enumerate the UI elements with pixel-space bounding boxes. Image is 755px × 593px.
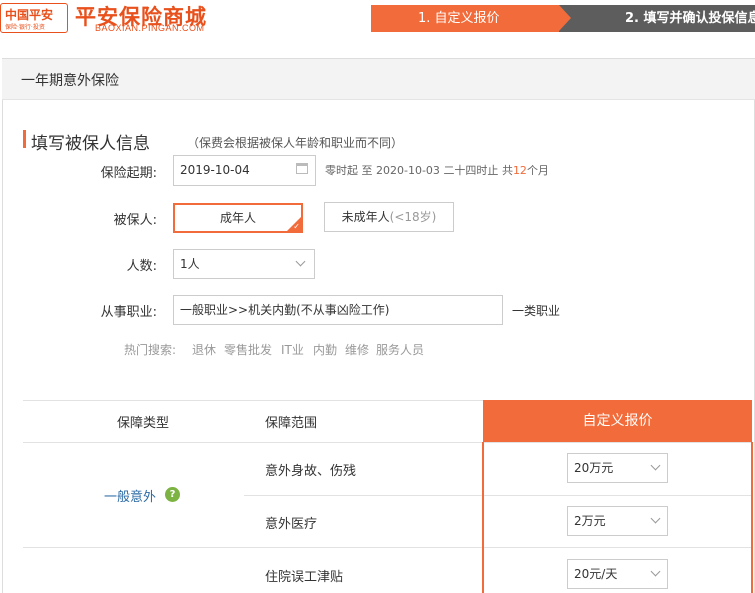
months-text: 个月 bbox=[526, 164, 549, 177]
header-custom-quote: 自定义报价 bbox=[483, 400, 752, 442]
chevron-down-icon bbox=[650, 460, 661, 471]
start-date-label: 保险起期: bbox=[100, 166, 157, 181]
brand-domain: BAOXIAN.PINGAN.COM bbox=[95, 23, 205, 33]
hot-search-label: 热门搜索: bbox=[124, 343, 177, 357]
hot-search-item[interactable]: 服务人员 bbox=[376, 341, 424, 358]
help-icon[interactable]: ? bbox=[165, 487, 180, 502]
insured-label: 被保人: bbox=[113, 213, 157, 228]
row-divider bbox=[484, 495, 751, 496]
logo-text: 中国平安 bbox=[5, 8, 54, 22]
step-1: 1. 自定义报价 bbox=[371, 5, 559, 32]
row-divider bbox=[484, 547, 751, 548]
row-scope: 意外身故、伤残 bbox=[265, 464, 357, 479]
adult-option[interactable]: 成年人 ✓ bbox=[173, 203, 303, 233]
section-accent-bar bbox=[23, 130, 26, 148]
date-from-text: 零时起 bbox=[325, 164, 358, 177]
table-top-border bbox=[23, 400, 483, 401]
panel-title: 一年期意外保险 bbox=[21, 73, 119, 89]
count-select[interactable]: 1人 bbox=[173, 249, 315, 279]
occupation-class: 一类职业 bbox=[512, 304, 561, 318]
amount-select[interactable]: 2万元 bbox=[567, 506, 668, 536]
date-to-text: 至 bbox=[361, 164, 373, 177]
hot-search-item[interactable]: 维修 bbox=[345, 341, 369, 358]
amount-value: 20万元 bbox=[574, 461, 614, 475]
amount-value: 20元/天 bbox=[574, 567, 618, 581]
step-arrow bbox=[559, 5, 571, 31]
amount-value: 2万元 bbox=[574, 514, 606, 528]
calendar-icon[interactable] bbox=[296, 163, 308, 174]
step-2: 2. 填写并确认投保信息 bbox=[571, 5, 755, 32]
amount-select[interactable]: 20万元 bbox=[567, 453, 668, 483]
category-general-accident[interactable]: 一般意外 bbox=[104, 486, 156, 505]
custom-column-left-border bbox=[482, 442, 484, 593]
row-divider bbox=[244, 495, 482, 496]
header-coverage-type: 保障类型 bbox=[117, 416, 170, 431]
months-value: 12 bbox=[512, 164, 527, 177]
date-end-text: 二十四时止 bbox=[443, 164, 499, 177]
hot-search-item[interactable]: 内勤 bbox=[313, 341, 337, 358]
chevron-down-icon bbox=[295, 256, 306, 267]
row-divider bbox=[23, 547, 482, 548]
end-date: 2020-10-03 bbox=[376, 164, 440, 177]
section-title: 填写被保人信息 bbox=[31, 134, 150, 154]
start-date-input[interactable]: 2019-10-04 bbox=[173, 155, 316, 186]
header-coverage-scope: 保障范围 bbox=[265, 416, 318, 431]
check-icon: ✓ bbox=[293, 222, 300, 231]
section-note: （保费会根据被保人年龄和职业而不同） bbox=[187, 136, 404, 150]
hot-search-item[interactable]: 退休 bbox=[192, 341, 216, 358]
custom-column-right-border bbox=[751, 442, 753, 593]
minor-option[interactable]: 未成年人(<18岁) bbox=[324, 202, 454, 232]
row-scope: 住院误工津贴 bbox=[265, 570, 344, 585]
table-header-border bbox=[23, 442, 752, 443]
hot-search-item[interactable]: IT业 bbox=[281, 341, 304, 358]
start-date-value: 2019-10-04 bbox=[180, 163, 250, 177]
minor-option-label: 未成年人 bbox=[341, 210, 390, 224]
occupation-label: 从事职业: bbox=[100, 305, 157, 320]
chevron-down-icon bbox=[650, 513, 661, 524]
occupation-input[interactable]: 一般职业>>机关内勤(不从事凶险工作) bbox=[173, 295, 503, 325]
amount-select[interactable]: 20元/天 bbox=[567, 559, 668, 589]
total-text: 共 bbox=[501, 164, 513, 177]
count-value: 1人 bbox=[180, 257, 200, 271]
adult-option-label: 成年人 bbox=[219, 211, 256, 225]
row-scope: 意外医疗 bbox=[265, 517, 318, 532]
chevron-down-icon bbox=[650, 566, 661, 577]
minor-option-sub: (<18岁) bbox=[389, 210, 437, 224]
page: 中国平安 保险·银行·投资 平安保险商城 BAOXIAN.PINGAN.COM … bbox=[0, 0, 755, 593]
pingan-logo[interactable]: 中国平安 保险·银行·投资 bbox=[0, 3, 68, 33]
logo-tagline: 保险·银行·投资 bbox=[5, 24, 45, 31]
occupation-value: 一般职业>>机关内勤(不从事凶险工作) bbox=[180, 303, 390, 317]
count-label: 人数: bbox=[126, 259, 157, 274]
hot-search-item[interactable]: 零售批发 bbox=[224, 341, 272, 358]
coverage-period-text: 零时起 至 2020-10-03 二十四时止 共12个月 bbox=[325, 162, 549, 178]
